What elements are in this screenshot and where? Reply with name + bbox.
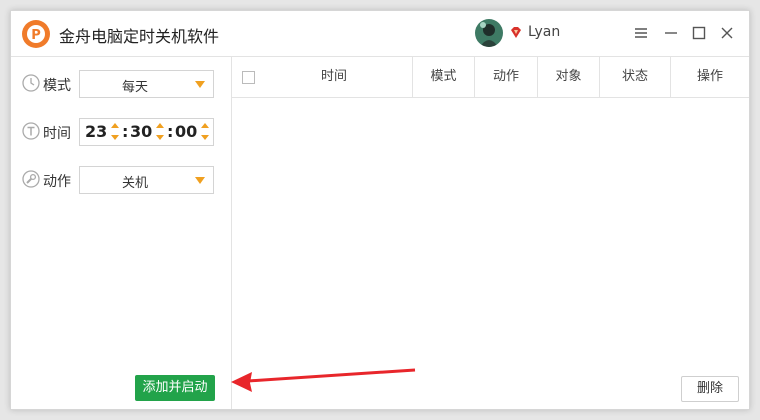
second-input[interactable]: 00 — [175, 122, 197, 141]
arrow-up-icon[interactable] — [156, 123, 164, 128]
arrow-down-icon[interactable] — [201, 135, 209, 140]
wrench-icon — [21, 169, 41, 189]
hour-input[interactable]: 23 — [85, 122, 107, 141]
mode-row: 模式 每天 — [21, 70, 231, 98]
arrow-down-icon[interactable] — [111, 135, 119, 140]
menu-icon[interactable] — [631, 23, 651, 43]
close-icon[interactable] — [717, 23, 737, 43]
chevron-down-icon — [195, 81, 205, 88]
mode-value: 每天 — [121, 80, 148, 95]
app-window: P 金舟电脑定时关机软件 Lyan 模式 每天 时间 23: 30: 00 … — [10, 10, 750, 410]
column-header-action: 动作 — [475, 57, 538, 97]
delete-button[interactable]: 删除 — [681, 376, 739, 402]
arrow-up-icon[interactable] — [201, 123, 209, 128]
mode-select[interactable]: 每天 — [79, 70, 214, 98]
arrow-down-icon[interactable] — [156, 135, 164, 140]
vip-badge-icon — [509, 25, 523, 39]
task-table-header: 时间 模式 动作 对象 状态 操作 — [232, 57, 749, 98]
column-header-operation: 操作 — [696, 69, 723, 84]
title-bar: P 金舟电脑定时关机软件 Lyan — [11, 11, 749, 57]
username[interactable]: Lyan — [528, 24, 560, 40]
column-header-mode: 模式 — [413, 57, 475, 97]
minute-input[interactable]: 30 — [130, 122, 152, 141]
time-label: 时间 — [43, 126, 71, 142]
column-header-time: 时间 — [232, 57, 413, 97]
clock-icon — [21, 73, 41, 93]
add-and-start-button[interactable]: 添加并启动 — [135, 375, 215, 401]
minute-stepper[interactable] — [156, 123, 164, 143]
time-separator: : — [122, 122, 129, 141]
time-row: 时间 23 : 30 : 00 — [21, 118, 231, 146]
action-row: 动作 关机 — [21, 166, 231, 194]
maximize-icon[interactable] — [689, 23, 709, 43]
time-picker: 23 : 30 : 00 — [79, 118, 214, 146]
action-select[interactable]: 关机 — [79, 166, 214, 194]
time-separator: : — [167, 122, 174, 141]
user-avatar[interactable] — [475, 19, 503, 47]
mode-label: 模式 — [43, 78, 71, 94]
minimize-icon[interactable] — [661, 23, 681, 43]
app-logo-icon: P — [21, 19, 51, 49]
action-value: 关机 — [121, 176, 148, 191]
action-label: 动作 — [43, 174, 71, 190]
chevron-down-icon — [195, 177, 205, 184]
second-stepper[interactable] — [201, 123, 209, 143]
svg-text:P: P — [31, 28, 41, 43]
settings-panel: 模式 每天 时间 23 : 30: 00 动作 关机 添加并启动 — [11, 57, 232, 409]
column-header-target: 对象 — [538, 57, 600, 97]
arrow-up-icon[interactable] — [111, 123, 119, 128]
hour-stepper[interactable] — [111, 123, 119, 143]
column-header-status: 状态 — [600, 57, 671, 97]
task-table-body — [232, 98, 749, 378]
app-title: 金舟电脑定时关机软件 — [59, 27, 220, 46]
time-icon — [21, 121, 41, 141]
